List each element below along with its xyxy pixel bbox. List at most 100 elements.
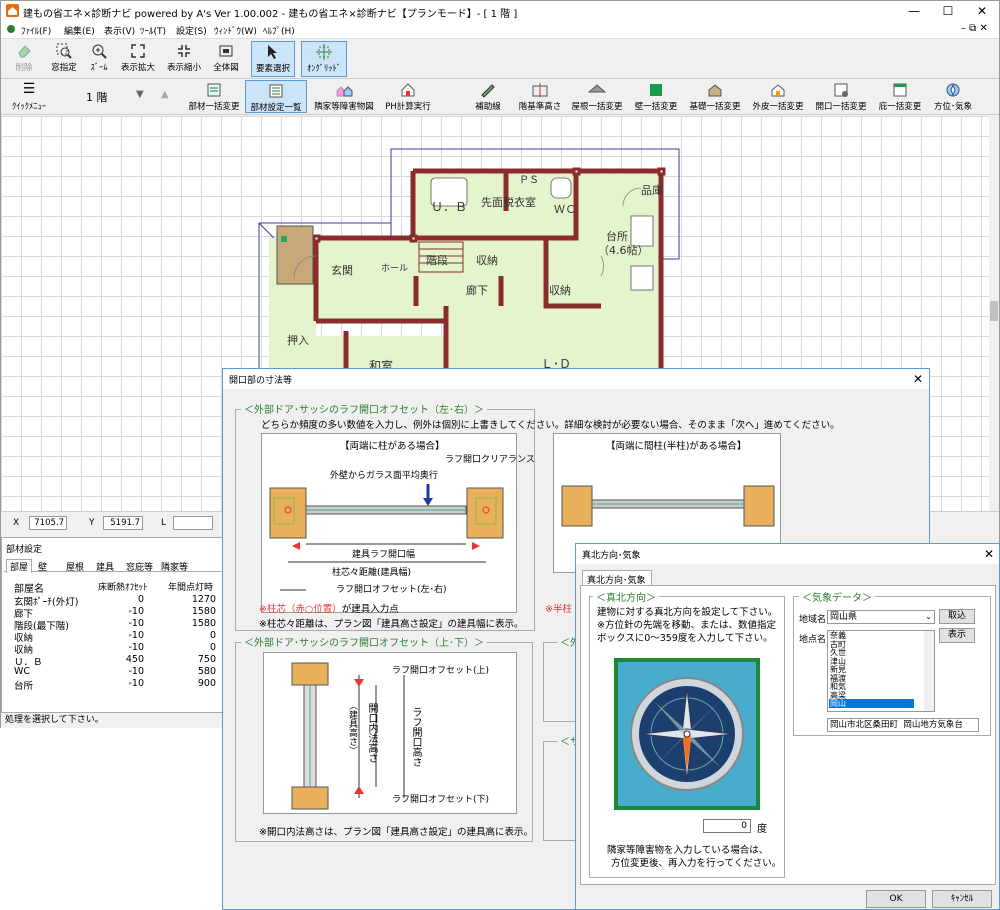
table-row[interactable]: 玄関ﾎﾟｰﾁ(外灯) 0 1270: [10, 594, 230, 608]
lr-offset-group-title: ＜外部ドア･サッシのラフ開口オフセット（左･右）＞: [241, 401, 487, 416]
roof-bulk-button[interactable]: 屋根一括変更: [569, 80, 625, 113]
neighbor-obstacle-button[interactable]: 隣家等障害物図: [311, 80, 377, 113]
ph-calc-button[interactable]: PH計算実行: [383, 80, 433, 113]
floor-up-icon[interactable]: ▲: [161, 89, 169, 100]
window-select-button[interactable]: 窓指定: [47, 41, 81, 77]
table-row[interactable]: 収納 -10 0: [10, 630, 230, 644]
y-coordinate-field[interactable]: 5191.7: [103, 516, 143, 530]
table-row[interactable]: 収納 -10 0: [10, 642, 230, 656]
houses-icon: [336, 86, 353, 97]
lighting-cell: 1580: [191, 618, 216, 629]
tab-room[interactable]: 部屋: [6, 559, 33, 573]
zoom-out-button[interactable]: 表示縮小: [165, 41, 203, 77]
on-grid-button[interactable]: ｵﾝｸﾞﾘｯﾄﾞ: [301, 41, 347, 77]
foundation-icon: [708, 84, 722, 97]
maximize-button[interactable]: ☐: [931, 1, 965, 21]
note-inner-height: ※開口内法高さは、プラン図「建具高さ設定」の建具高に表示。: [259, 827, 533, 838]
north-desc-3: ボックスに0～359度を入力して下さい。: [597, 633, 773, 644]
tab-neighbor[interactable]: 隣家等: [161, 560, 188, 573]
region-select[interactable]: 岡山県 ⌄: [827, 610, 935, 624]
ok-button[interactable]: OK: [866, 890, 926, 908]
panel-title: 部材設定: [6, 545, 43, 555]
plan-label-ub: Ｕ．Ｂ: [431, 200, 467, 214]
angle-input[interactable]: 0: [703, 819, 751, 833]
title-bar: 建もの省エネ×診断ナビ powered by A's Ver 1.00.002 …: [1, 1, 999, 21]
tab-fitting[interactable]: 建具: [96, 560, 114, 573]
label-rough-clearance: ラフ開口クリアランス: [445, 455, 535, 465]
orientation-weather-button[interactable]: 方位･気象: [929, 80, 977, 113]
pencil-line-icon: [481, 84, 495, 98]
lighting-cell: 1270: [191, 594, 216, 605]
length-field[interactable]: [173, 516, 213, 530]
hamburger-icon: ☰: [22, 81, 36, 97]
point-list-item[interactable]: 岡山: [829, 699, 914, 708]
menu-help[interactable]: ﾍﾙﾌﾟ(H): [263, 24, 295, 37]
opening-bulk-button[interactable]: 開口一括変更: [813, 80, 869, 113]
label-offset-top: ラフ開口オフセット(上): [392, 666, 490, 676]
lighting-cell: 900: [197, 678, 216, 689]
show-button[interactable]: 表示: [939, 628, 975, 643]
tab-orientation-weather[interactable]: 真北方向･気象: [582, 570, 652, 586]
app-icon: [6, 4, 19, 17]
cancel-button[interactable]: ｷｬﾝｾﾙ: [932, 890, 992, 908]
scroll-thumb[interactable]: [990, 301, 998, 321]
dialog1-close-icon[interactable]: ✕: [913, 372, 923, 386]
menu-settings[interactable]: 設定(S): [176, 24, 207, 37]
plan-label-hall: ホール: [381, 263, 408, 274]
menu-tools[interactable]: ﾂｰﾙ(T): [140, 24, 166, 37]
eave-bulk-button[interactable]: 庇一括変更: [875, 80, 925, 113]
table-row[interactable]: 階段(最下階) -10 1580: [10, 618, 230, 632]
minimize-button[interactable]: —: [897, 1, 931, 21]
point-listbox[interactable]: 奈義 古町 久世 津山 新見 福渡 和気 高梁 岡山: [827, 630, 935, 712]
station-address: 岡山市北区桑田町: [830, 720, 899, 730]
zoom-in-button[interactable]: 表示拡大: [119, 41, 157, 77]
room-table: 部屋名 床断熱ｵﾌｾｯﾄ 年間点灯時 玄関ﾎﾟｰﾁ(外灯) 0 1270 廊下 -10 1…: [10, 578, 230, 712]
lighting-cell: 1580: [191, 606, 216, 617]
menu-view[interactable]: 表示(V): [104, 24, 135, 37]
fit-all-button[interactable]: 全体図: [211, 41, 241, 77]
zoom-button[interactable]: ｽﾞｰﾑ: [83, 41, 115, 77]
col-lighting-hours: 年間点灯時: [168, 583, 214, 593]
aux-line-button[interactable]: 補助線: [471, 80, 505, 113]
tb-drawing: [291, 662, 405, 810]
point-scrollbar[interactable]: [924, 631, 934, 711]
close-button[interactable]: ✕: [965, 1, 999, 21]
plan-label-pantry: 品庫: [641, 183, 663, 197]
foundation-bulk-button[interactable]: 基礎一括変更: [687, 80, 743, 113]
x-coordinate-field[interactable]: 7105.7: [29, 516, 67, 530]
wall-bulk-button[interactable]: 壁一括変更: [631, 80, 681, 113]
envelope-bulk-button[interactable]: 外皮一括変更: [749, 80, 807, 113]
select-element-button[interactable]: 要素選択: [251, 41, 295, 77]
vertical-scrollbar[interactable]: [989, 116, 999, 511]
member-settings-list-button[interactable]: 部材設定一覧: [245, 80, 307, 113]
label-offset-lr: ラフ開口オフセット(左･右): [336, 585, 447, 595]
tab-window-eave[interactable]: 窓庇等: [126, 560, 153, 573]
plan-label-storage1: 収納: [476, 254, 498, 267]
compass-icon[interactable]: [618, 662, 756, 806]
table-row[interactable]: 台所 -10 900: [10, 678, 230, 692]
table-row[interactable]: WC -10 580: [10, 666, 230, 678]
mdi-restore-icon[interactable]: – ⧉ ✕: [961, 23, 988, 34]
menu-edit[interactable]: 編集(E): [64, 24, 95, 37]
menu-file[interactable]: ﾌｧｲﾙ(F): [21, 24, 51, 37]
x-label: X: [13, 518, 20, 528]
quick-menu-button[interactable]: ☰ ｸｲｯｸﾒﾆｭｰ: [7, 80, 51, 113]
bulk-member-change-button[interactable]: 部材一括変更: [187, 80, 241, 113]
fit-icon: [219, 45, 233, 57]
dialog2-close-icon[interactable]: ✕: [984, 547, 994, 561]
tab-wall[interactable]: 壁: [38, 560, 47, 573]
floor-height-icon: [532, 83, 548, 97]
menu-window[interactable]: ｳｨﾝﾄﾞｳ(W): [214, 24, 257, 37]
tab-roof[interactable]: 屋根: [66, 560, 84, 573]
toolbar-main: 削除 窓指定 ｽﾞｰﾑ 表示拡大 表示縮小 全体図 要素選択 ｵﾝｸﾞﾘｯﾄﾞ: [1, 39, 999, 79]
plan-label-corridor: 廊下: [466, 283, 488, 297]
plan-label-ps: ＰＳ: [519, 175, 539, 186]
floor-height-button[interactable]: 階基準高さ: [517, 80, 563, 113]
import-button[interactable]: 取込: [939, 609, 975, 624]
compass-bg: [618, 662, 756, 806]
floor-down-icon[interactable]: ▼: [136, 89, 144, 100]
delete-button[interactable]: 削除: [7, 41, 41, 77]
table-row[interactable]: 廊下 -10 1580: [10, 606, 230, 620]
table-row[interactable]: Ｕ．Ｂ 450 750: [10, 654, 230, 668]
l-label: L: [161, 518, 167, 528]
